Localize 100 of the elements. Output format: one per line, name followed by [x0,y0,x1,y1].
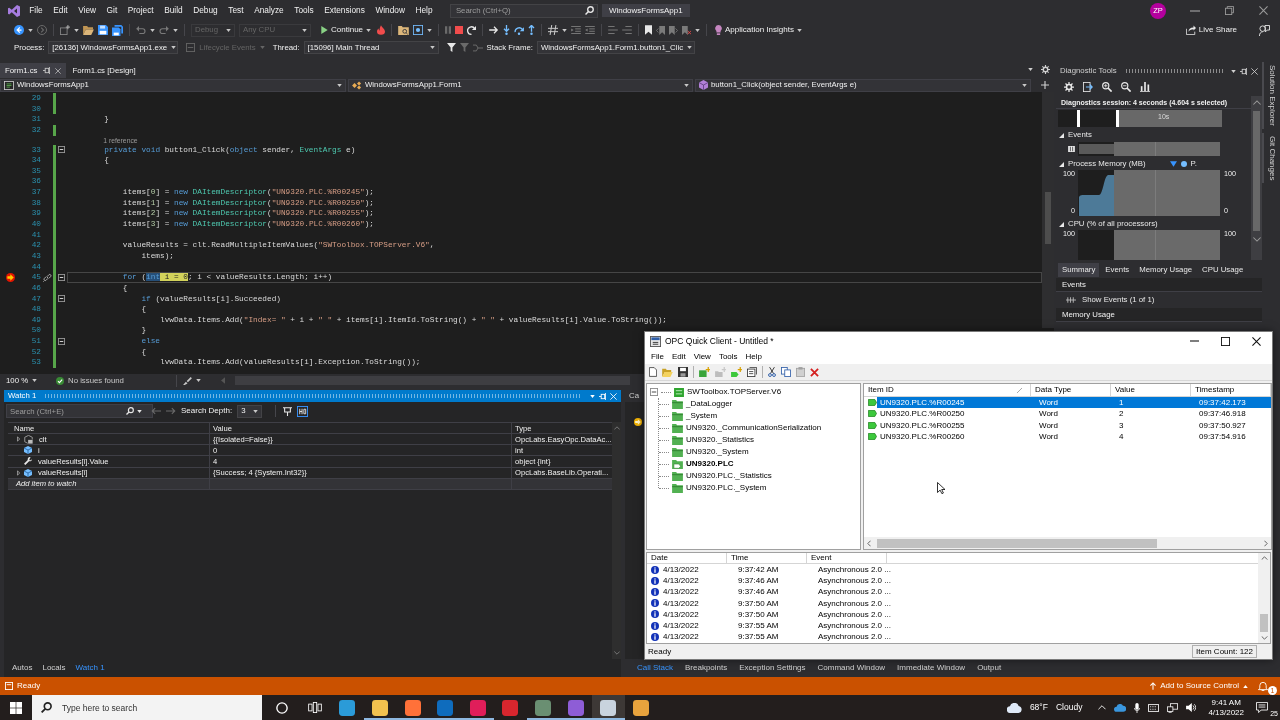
taskbar-button[interactable] [591,695,625,720]
tree-item[interactable]: UN9320._System [686,447,749,457]
caret-icon[interactable] [137,409,142,413]
link-icon[interactable] [42,273,52,283]
column-header[interactable]: Time [731,553,749,562]
settings-icon[interactable] [1064,82,1074,92]
menu-item[interactable]: File [647,352,668,362]
copy-icon[interactable] [781,367,791,377]
task-view-icon[interactable] [307,702,322,713]
menu-item[interactable]: Tools [288,3,319,18]
arrow-right-icon[interactable] [489,26,500,34]
comment-icon[interactable] [608,26,619,34]
save-icon[interactable] [98,25,108,35]
collapse-icon[interactable] [58,146,65,154]
tree-item[interactable]: UN9320.PLC [686,459,734,469]
caret-icon[interactable] [590,394,595,398]
next-bookmark-icon[interactable] [669,25,679,35]
expand-arrow-icon[interactable] [16,469,20,476]
tree-item[interactable]: UN9320._CommunicationSerialization [686,423,822,433]
scroll-thumb[interactable] [1045,192,1051,244]
clock-time[interactable]: 9:41 AM [1208,697,1244,708]
search-field[interactable]: Type here to search [32,695,262,720]
column-header[interactable]: Event [811,553,832,562]
pin-icon[interactable] [1240,67,1247,75]
bar-chart-icon[interactable] [1140,82,1150,92]
hex-display-icon[interactable] [297,405,309,417]
menu-item[interactable]: Help [741,352,767,362]
column-header[interactable]: Value [1115,384,1135,396]
scissors-icon[interactable] [768,367,776,377]
tree-item[interactable]: UN9320.PLC._Statistics [686,471,772,481]
microphone-icon[interactable] [1134,702,1141,713]
restart-icon[interactable] [467,25,477,35]
restore-icon[interactable] [1224,6,1234,15]
menu-item[interactable]: Analyze [248,3,289,18]
scroll-left-icon[interactable] [867,539,871,547]
item-row[interactable]: UN9320.PLC.%R00260 Word 4 09:37:54.916 [877,430,1271,443]
caret-icon[interactable] [195,379,201,382]
column-header[interactable]: Item ID [868,384,894,396]
settings-icon[interactable] [1041,65,1050,74]
tree-item[interactable]: _System [686,411,718,421]
search-icon[interactable] [126,407,134,415]
split-plus-icon[interactable] [1041,81,1049,89]
scroll-up-icon[interactable] [1260,556,1268,560]
properties-icon[interactable] [747,367,757,377]
folder-search-icon[interactable] [398,25,410,35]
side-tab[interactable]: Git Changes [1262,132,1280,184]
tree-item[interactable]: UN9320._Statistics [686,435,755,445]
menu-item[interactable]: Edit [47,3,73,18]
side-tab[interactable]: Solution Explorer [1262,62,1280,129]
scroll-right-icon[interactable] [1264,539,1268,547]
scroll-down-icon[interactable] [613,651,620,655]
collapse-triangle-icon[interactable] [1059,221,1064,227]
notification-icon[interactable] [1256,702,1268,713]
menu-item[interactable]: Project [122,3,159,18]
caret-icon[interactable] [1028,68,1033,71]
step-into-icon[interactable] [503,25,511,35]
menu-item[interactable]: View [72,3,102,18]
save-all-icon[interactable] [112,24,123,36]
scroll-up-icon[interactable] [613,426,620,430]
open-folder-icon[interactable] [83,25,94,35]
column-header[interactable]: Data Type [1035,384,1072,396]
bell-icon[interactable] [1258,681,1268,691]
hash-icon[interactable] [548,25,559,35]
menu-item[interactable]: Debug [187,3,223,18]
delete-icon[interactable] [810,367,819,377]
menu-item[interactable]: View [689,352,715,362]
menu-item[interactable]: Build [158,3,188,18]
feedback-icon[interactable] [1259,24,1270,36]
undo-icon[interactable] [136,26,146,34]
menu-item[interactable]: Tools [714,352,742,362]
scroll-thumb[interactable] [1253,111,1260,231]
collapse-triangle-icon[interactable] [1059,132,1064,138]
scroll-up-icon[interactable] [1252,100,1261,105]
selection-handle[interactable] [1077,109,1080,127]
expand-arrow-icon[interactable] [16,436,20,443]
menu-item[interactable]: Test [223,3,249,18]
tree-item[interactable]: _DataLogger [686,399,733,409]
scroll-thumb[interactable] [1260,614,1268,632]
new-server-icon[interactable] [699,367,710,377]
uncomment-icon[interactable] [622,26,633,34]
speaker-icon[interactable] [1186,703,1197,712]
caret-icon[interactable] [173,28,178,32]
item-row[interactable]: UN9320.PLC.%R00250 Word 2 09:37:46.918 [877,408,1271,420]
scroll-thumb[interactable] [877,538,1157,548]
zoom-in-icon[interactable] [1102,82,1112,92]
outdent-icon[interactable] [585,26,596,34]
live-share-button[interactable]: Live Share [1183,25,1239,35]
tree-item[interactable]: SWToolbox.TOPServer.V6 [687,387,782,397]
caret-icon[interactable] [150,28,155,32]
panel-tab[interactable]: Breakpoints [681,661,732,675]
save-icon[interactable] [678,367,688,377]
collapse-icon[interactable] [58,295,65,303]
breakpoint-arrow-icon[interactable] [5,273,15,283]
bookmark-icon[interactable] [645,25,653,35]
collapse-triangle-icon[interactable] [1059,161,1064,167]
chevron-up-icon[interactable] [1098,705,1107,710]
new-file-icon[interactable] [649,367,657,377]
pause-icon[interactable] [445,26,452,34]
filter-triangle-icon[interactable] [1169,161,1177,167]
caret-icon[interactable] [28,28,33,32]
